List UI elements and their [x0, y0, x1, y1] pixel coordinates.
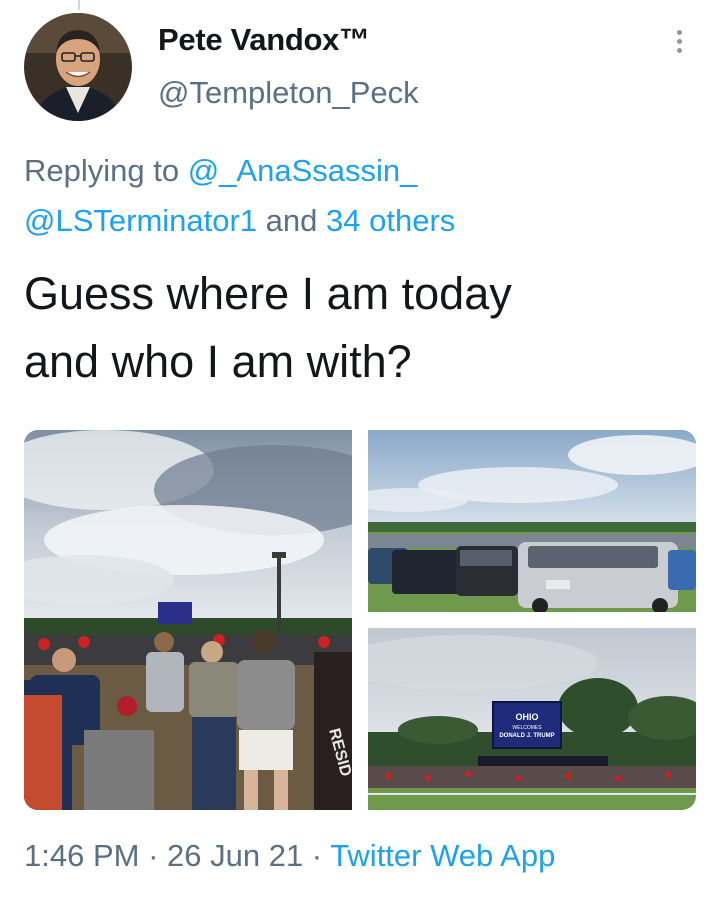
more-options-icon[interactable]: [664, 26, 694, 66]
replying-to-joiner: and: [257, 203, 327, 238]
tweet-metadata: 1:46 PM · 26 Jun 21 · Twitter Web App: [24, 838, 555, 874]
tweet-text: Guess where I am today and who I am with…: [24, 260, 704, 396]
parking-lot-photo-image: [368, 430, 696, 612]
tweet-source-link[interactable]: Twitter Web App: [330, 838, 555, 873]
media-photo-crowd[interactable]: RESID: [24, 430, 352, 810]
author-handle[interactable]: @Templeton_Peck: [158, 75, 419, 111]
rally-stage-photo-image: OHIO WELCOMES DONALD J. TRUMP: [368, 628, 696, 810]
tweet-text-line-1: Guess where I am today: [24, 268, 512, 319]
meta-separator-2: ·: [303, 838, 331, 873]
media-photo-parking-lot[interactable]: [368, 430, 696, 612]
replying-to-line: Replying to @_AnaSsassin_ @LSTerminator1 …: [24, 146, 704, 246]
media-photo-rally-stage[interactable]: OHIO WELCOMES DONALD J. TRUMP: [368, 628, 696, 810]
media-grid: RESID OHIO WELCOMES DONALD J. TRUMP: [24, 430, 696, 810]
thread-connector-line: [78, 0, 80, 10]
mention-link-1[interactable]: @_AnaSsassin_: [188, 153, 418, 188]
tweet-date[interactable]: 26 Jun 21: [167, 838, 303, 873]
sign-text-line-2: WELCOMES: [512, 725, 542, 731]
avatar[interactable]: [24, 13, 132, 121]
sign-text-line-3: DONALD J. TRUMP: [499, 733, 554, 739]
tweet-text-line-2: and who I am with?: [24, 336, 412, 387]
sign-text-line-1: OHIO: [515, 712, 538, 722]
meta-separator-1: ·: [139, 838, 168, 873]
tweet-time[interactable]: 1:46 PM: [24, 838, 139, 873]
crowd-photo-image: RESID: [24, 430, 352, 810]
others-link[interactable]: 34 others: [326, 203, 455, 238]
replying-to-prefix: Replying to: [24, 153, 188, 188]
author-display-name[interactable]: Pete Vandox™: [158, 22, 370, 58]
profile-photo-icon: [24, 13, 132, 121]
mention-link-2[interactable]: @LSTerminator1: [24, 203, 257, 238]
